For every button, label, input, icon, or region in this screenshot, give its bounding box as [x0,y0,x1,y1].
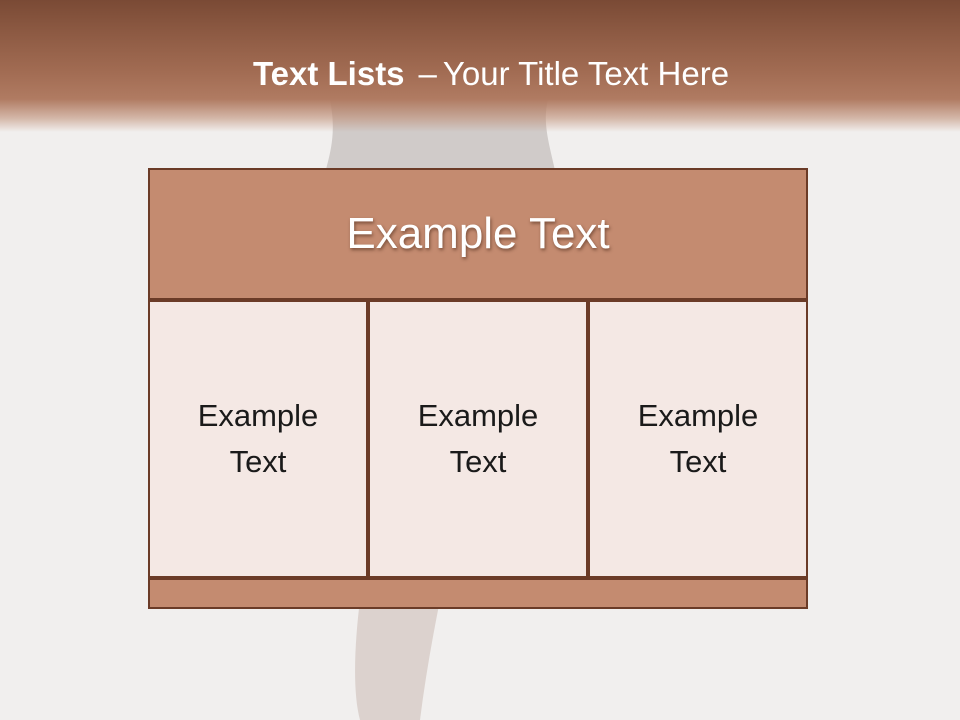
column-1-text: Example Text [197,398,319,479]
text-list-diagram: Example Text Example Text Example Text E… [148,168,810,610]
diagram-footer-bar [148,578,808,609]
diagram-column-1[interactable]: Example Text [148,300,368,578]
column-2-text: Example Text [417,398,539,479]
slide: Text Lists – Your Title Text Here Example … [0,0,960,720]
diagram-column-3[interactable]: Example Text [588,300,808,578]
title-bold-text: Text Lists [252,55,405,92]
diagram-header-text: Example Text [346,209,610,258]
column-3-text: Example Text [637,398,759,479]
title-subtitle-text: Your Title Text Here [442,55,730,92]
diagram-column-2[interactable]: Example Text [368,300,588,578]
diagram-header-box[interactable]: Example Text [148,168,808,300]
slide-title: Text Lists – Your Title Text Here [0,52,960,96]
title-separator: – [418,55,437,92]
